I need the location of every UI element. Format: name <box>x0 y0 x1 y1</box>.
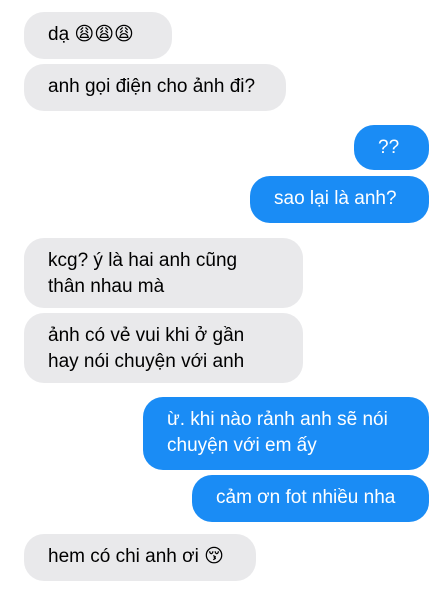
message-text: cảm ơn fot nhiều nha <box>216 487 396 508</box>
message-bubble-received[interactable]: hem có chi anh ơi 😚 <box>24 534 256 581</box>
message-bubble-sent[interactable]: cảm ơn fot nhiều nha <box>192 475 429 522</box>
message-text: anh gọi điện cho ảnh đi? <box>48 76 256 97</box>
message-bubble-received[interactable]: ảnh có vẻ vui khi ở gần hay nói chuyện v… <box>24 313 303 383</box>
message-text-line: chuyện với em ấy <box>167 435 317 456</box>
message-bubble-received[interactable]: dạ 😩😩😩 <box>24 12 172 59</box>
message-text-line: ảnh có vẻ vui khi ở gần <box>48 325 245 346</box>
message-text-line: thân nhau mà <box>48 276 165 297</box>
message-text: hem có chi anh ơi 😚 <box>48 546 224 567</box>
message-text: dạ 😩😩😩 <box>48 24 134 45</box>
message-thread: dạ 😩😩😩 anh gọi điện cho ảnh đi? ?? sao l… <box>0 0 443 594</box>
message-text-line: hay nói chuyện với anh <box>48 351 245 372</box>
message-bubble-sent[interactable]: sao lại là anh? <box>250 176 429 223</box>
message-text: ?? <box>378 137 400 158</box>
message-bubble-received[interactable]: kcg? ý là hai anh cũng thân nhau mà <box>24 238 303 308</box>
message-text: sao lại là anh? <box>274 188 397 209</box>
message-text-line: ừ. khi nào rảnh anh sẽ nói <box>167 409 388 430</box>
message-bubble-received[interactable]: anh gọi điện cho ảnh đi? <box>24 64 286 111</box>
message-text-line: kcg? ý là hai anh cũng <box>48 250 238 271</box>
message-bubble-sent[interactable]: ?? <box>354 125 429 170</box>
message-bubble-sent[interactable]: ừ. khi nào rảnh anh sẽ nói chuyện với em… <box>143 397 429 470</box>
